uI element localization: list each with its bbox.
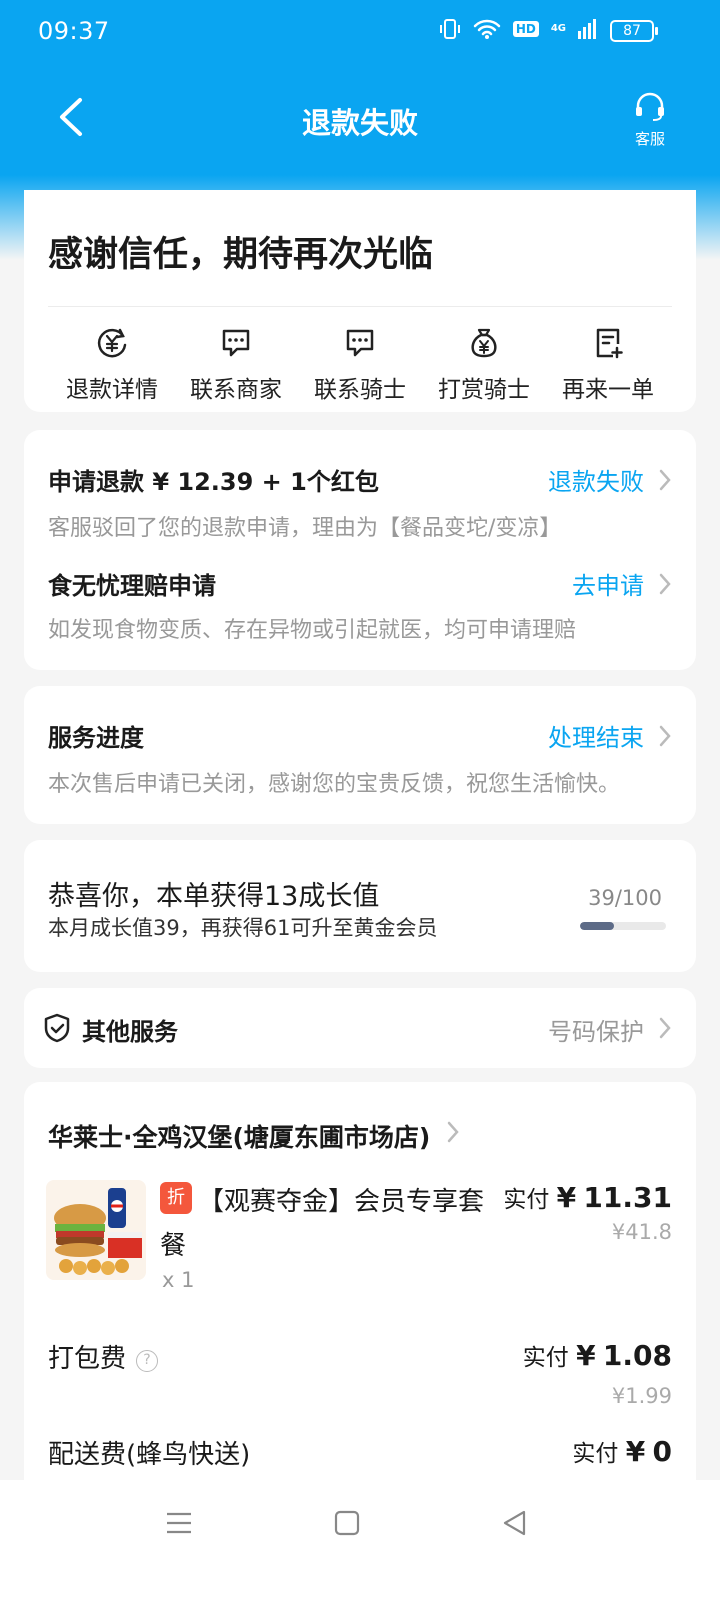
signal-icon — [578, 19, 596, 39]
shield-check-icon — [44, 1013, 70, 1043]
packing-fee-paid: 实付 ¥ 1.08 — [523, 1338, 672, 1372]
paid-amount: 1.08 — [602, 1339, 672, 1372]
thanks-card: 感谢信任，期待再次光临 退款详情 联系商家 联系骑士 打赏骑士 再来一单 — [24, 190, 696, 412]
battery-indicator: 87 — [610, 20, 658, 42]
refund-status-row[interactable]: 申请退款 ¥ 12.39 + 1个红包 退款失败 — [48, 462, 672, 496]
refund-icon — [97, 328, 127, 358]
paid-currency: ¥ — [556, 1181, 577, 1214]
item-name[interactable]: 【观赛夺金】会员专享套餐 — [160, 1180, 500, 1268]
refund-status-link[interactable]: 退款失败 — [548, 462, 644, 497]
growth-title: 恭喜你，本单获得13成长值 — [48, 881, 380, 912]
help-icon[interactable]: ? — [136, 1350, 159, 1372]
delivery-fee-label: 配送费(蜂鸟快送) — [48, 1440, 251, 1470]
number-protection-link[interactable]: 号码保护 — [548, 1012, 644, 1047]
headset-icon — [636, 92, 664, 121]
paid-currency: ¥ — [625, 1435, 646, 1468]
item-paid-price: 实付 ¥ 11.31 — [503, 1180, 672, 1214]
claim-row[interactable]: 食无忧理赔申请 去申请 — [48, 566, 672, 600]
shop-name[interactable]: 华莱士·全鸡汉堡(塘厦东圃市场店) — [48, 1118, 430, 1154]
growth-count: 39/100 — [588, 886, 662, 910]
refund-card: 申请退款 ¥ 12.39 + 1个红包 退款失败 客服驳回了您的退款申请，理由为… — [24, 430, 696, 670]
claim-title: 食无忧理赔申请 — [48, 572, 216, 600]
contact-rider-button[interactable]: 联系骑士 — [298, 322, 422, 404]
growth-progress-bar — [580, 922, 666, 930]
packing-fee-row: 打包费? — [48, 1338, 159, 1375]
packing-fee-original: ¥1.99 — [611, 1384, 672, 1408]
action-label: 再来一单 — [562, 377, 654, 403]
paid-label: 实付 — [572, 1441, 619, 1467]
paid-amount: 11.31 — [583, 1181, 672, 1214]
food-image[interactable] — [46, 1180, 146, 1280]
contact-merchant-button[interactable]: 联系商家 — [174, 322, 298, 404]
growth-subtitle: 本月成长值39，再获得61可升至黄金会员 — [48, 916, 438, 940]
thanks-message: 感谢信任，期待再次光临 — [48, 235, 434, 275]
action-label: 退款详情 — [66, 377, 158, 403]
customer-service-label: 客服 — [634, 130, 665, 148]
action-label: 打赏骑士 — [438, 377, 530, 403]
refund-detail-button[interactable]: 退款详情 — [50, 322, 174, 404]
service-progress-card[interactable]: 服务进度 处理结束 本次售后申请已关闭，感谢您的宝贵反馈，祝您生活愉快。 — [24, 686, 696, 824]
paid-amount: 0 — [652, 1435, 672, 1468]
reorder-icon — [596, 328, 623, 359]
chevron-right-icon — [659, 573, 671, 595]
status-bar: 09:37 HD 4G 87 — [0, 0, 720, 62]
growth-progress-fill — [580, 922, 614, 930]
service-progress-title: 服务进度 — [48, 724, 144, 752]
chevron-right-icon — [659, 469, 671, 491]
item-original-price: ¥41.8 — [611, 1220, 672, 1244]
system-navigation-bar — [0, 1480, 720, 1600]
page-title: 退款失败 — [301, 106, 418, 140]
service-progress-desc: 本次售后申请已关闭，感谢您的宝贵反馈，祝您生活愉快。 — [48, 772, 621, 797]
paid-currency: ¥ — [576, 1339, 596, 1372]
claim-description: 如发现食物变质、存在异物或引起就医，均可申请理赔 — [48, 618, 577, 643]
action-label: 联系商家 — [190, 377, 282, 403]
back-icon[interactable] — [502, 1510, 528, 1536]
other-services-title: 其他服务 — [82, 1018, 178, 1046]
vibrate-icon — [439, 19, 460, 39]
paid-label: 实付 — [503, 1187, 550, 1213]
home-icon[interactable] — [334, 1510, 360, 1536]
wifi-icon — [473, 19, 501, 39]
action-label: 联系骑士 — [314, 377, 406, 403]
item-quantity: x 1 — [162, 1268, 195, 1292]
delivery-fee-paid: 实付 ¥ 0 — [572, 1434, 672, 1468]
chat-icon — [346, 329, 374, 357]
menu-icon[interactable] — [166, 1510, 192, 1536]
burger-meal-image — [54, 1188, 142, 1275]
money-bag-icon — [471, 328, 497, 358]
hd-badge: HD — [512, 21, 539, 37]
packing-fee-label: 打包费 — [48, 1344, 127, 1374]
chevron-right-icon — [447, 1121, 459, 1143]
growth-card[interactable]: 恭喜你，本单获得13成长值 本月成长值39，再获得61可升至黄金会员 39/10… — [24, 840, 696, 972]
customer-service-button[interactable]: 客服 — [628, 92, 672, 149]
service-progress-status[interactable]: 处理结束 — [548, 718, 644, 753]
nav-bar: 退款失败 客服 — [0, 62, 720, 172]
refund-amount-title: 申请退款 ¥ 12.39 + 1个红包 — [48, 468, 379, 496]
chevron-right-icon — [659, 725, 671, 747]
network-label: 4G — [550, 23, 566, 34]
chat-icon — [222, 329, 250, 357]
other-services-card[interactable]: 其他服务 号码保护 — [24, 988, 696, 1068]
tip-rider-button[interactable]: 打赏骑士 — [422, 322, 546, 404]
refund-reject-reason: 客服驳回了您的退款申请，理由为【餐品变坨/变凉】 — [48, 516, 562, 541]
service-progress-row[interactable]: 服务进度 处理结束 — [48, 718, 672, 752]
chevron-right-icon — [659, 1017, 671, 1039]
action-row: 退款详情 联系商家 联系骑士 打赏骑士 再来一单 — [24, 322, 696, 404]
divider — [48, 306, 672, 307]
paid-label: 实付 — [522, 1345, 569, 1371]
order-card: 华莱士·全鸡汉堡(塘厦东圃市场店) 折 【观赛夺金】会员专享套餐 x 1 实付 … — [24, 1082, 696, 1502]
reorder-button[interactable]: 再来一单 — [546, 322, 670, 404]
claim-apply-link[interactable]: 去申请 — [572, 566, 644, 601]
status-time: 09:37 — [38, 17, 110, 45]
